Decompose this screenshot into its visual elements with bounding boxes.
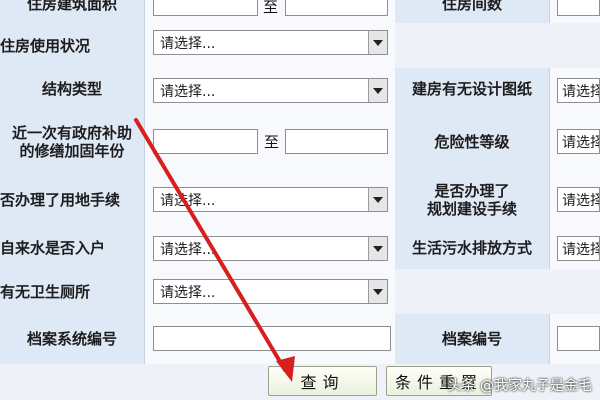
structure-select-value: 请选择...	[160, 83, 216, 100]
label-repair-year-line1: 近一次有政府补助	[11, 123, 132, 142]
label-usage-text: 住房使用状况	[0, 36, 91, 55]
label-archive-system-no: 档案系统编号	[0, 314, 145, 364]
water-select-value: 请选择...	[160, 241, 216, 258]
building-area-to-label: 至	[263, 0, 279, 16]
chevron-down-icon	[373, 288, 383, 295]
label-sewage-text: 生活污水排放方式	[411, 239, 532, 257]
danger-level-select-value: 请选择...	[562, 134, 600, 151]
empty-right-usage	[395, 23, 600, 68]
usage-select-arrow[interactable]	[368, 31, 387, 54]
label-sewage: 生活污水排放方式	[395, 227, 550, 269]
sewage-select[interactable]: 请选择...	[557, 236, 600, 261]
sewage-select-value: 请选择...	[562, 241, 600, 258]
design-drawing-select[interactable]: 请选择...	[557, 78, 600, 103]
usage-select[interactable]: 请选择...	[153, 30, 388, 55]
label-room-count: 住房间数	[395, 0, 550, 23]
house-query-form: 住房建筑面积 至 住房间数 住房使用状况 请选择... 结构类型 请选择... …	[0, 0, 600, 400]
land-procedure-select-value: 请选择...	[160, 192, 216, 209]
toilet-select-arrow[interactable]	[368, 280, 387, 303]
archive-no-input[interactable]	[557, 326, 600, 351]
repair-year-to-label: 至	[264, 133, 280, 151]
water-select[interactable]: 请选择...	[153, 236, 388, 261]
query-button-label: 查询	[300, 373, 345, 392]
structure-select-arrow[interactable]	[368, 79, 387, 102]
label-design-drawing: 建房有无设计图纸	[395, 68, 550, 110]
query-button[interactable]: 查询	[268, 366, 377, 396]
usage-select-value: 请选择...	[160, 35, 216, 52]
label-archive-system-no-text: 档案系统编号	[26, 330, 117, 348]
building-area-from-input[interactable]	[153, 0, 258, 16]
structure-select[interactable]: 请选择...	[153, 78, 388, 103]
repair-year-to-input[interactable]	[285, 129, 388, 154]
planning-procedure-select[interactable]: 请选择...	[557, 187, 600, 212]
chevron-down-icon	[373, 245, 383, 252]
empty-right-toilet	[395, 269, 600, 314]
label-toilet: 有无卫生厕所	[0, 269, 145, 314]
building-area-to-input[interactable]	[285, 0, 388, 16]
label-usage: 住房使用状况	[0, 23, 145, 68]
land-procedure-select[interactable]: 请选择...	[153, 187, 388, 212]
label-water-text: 自来水是否入户	[0, 239, 106, 257]
label-archive-no: 档案编号	[395, 314, 550, 364]
label-planning-procedure-line1: 是否办理了	[434, 182, 510, 200]
toilet-select[interactable]: 请选择...	[153, 279, 388, 304]
design-drawing-select-value: 请选择...	[562, 83, 600, 100]
archive-system-no-input[interactable]	[153, 326, 391, 351]
label-design-drawing-text: 建房有无设计图纸	[411, 80, 532, 98]
label-room-count-text: 住房间数	[441, 0, 502, 13]
label-water: 自来水是否入户	[0, 227, 145, 269]
repair-year-from-input[interactable]	[153, 129, 258, 154]
label-structure: 结构类型	[0, 68, 145, 110]
danger-level-select[interactable]: 请选择...	[557, 129, 600, 154]
chevron-down-icon	[373, 196, 383, 203]
label-danger-level: 危险性等级	[395, 110, 550, 173]
label-planning-procedure-line2: 规划建设手续	[426, 200, 517, 218]
label-land-procedure: 否办理了用地手续	[0, 173, 145, 227]
chevron-down-icon	[373, 39, 383, 46]
label-building-area: 住房建筑面积	[0, 0, 145, 23]
label-structure-text: 结构类型	[41, 80, 102, 98]
watermark-text: 头条 @我家丸子是金毛	[447, 378, 592, 394]
label-repair-year-line2: 的修缮加固年份	[19, 141, 125, 160]
chevron-down-icon	[373, 87, 383, 94]
planning-procedure-select-value: 请选择...	[562, 192, 600, 209]
label-archive-no-text: 档案编号	[441, 330, 502, 348]
room-count-input[interactable]	[557, 0, 600, 16]
water-select-arrow[interactable]	[368, 237, 387, 260]
label-repair-year: 近一次有政府补助 的修缮加固年份	[0, 110, 145, 173]
label-toilet-text: 有无卫生厕所	[0, 282, 91, 301]
land-procedure-select-arrow[interactable]	[368, 188, 387, 211]
label-danger-level-text: 危险性等级	[434, 132, 510, 151]
toilet-select-value: 请选择...	[160, 284, 216, 301]
label-land-procedure-text: 否办理了用地手续	[0, 191, 121, 209]
label-building-area-text: 住房建筑面积	[26, 0, 117, 13]
label-planning-procedure: 是否办理了 规划建设手续	[395, 173, 550, 227]
